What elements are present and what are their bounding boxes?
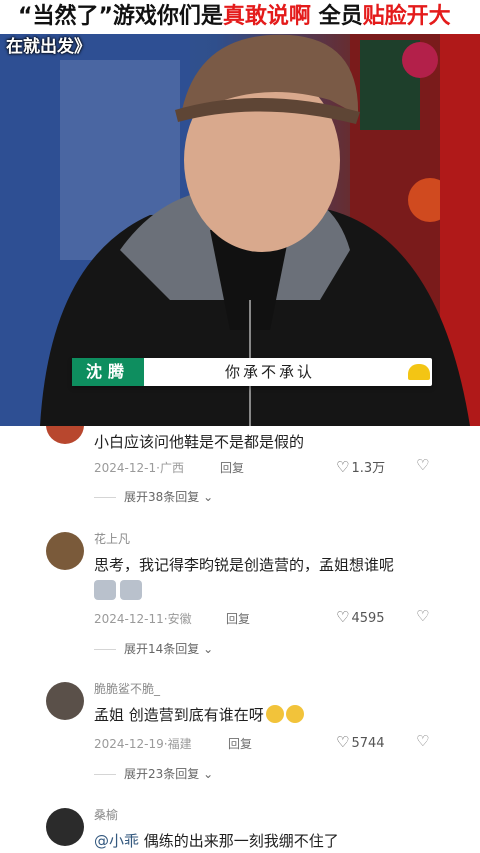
banner-part: 全员: [310, 4, 363, 29]
divider: [94, 649, 116, 650]
comment-text: 思考，我记得李昀锐是创造营的，孟姐想谁呢: [94, 556, 395, 574]
like-button[interactable]: ♡ 4595: [336, 608, 385, 626]
avatar[interactable]: [46, 682, 84, 720]
expand-replies-button[interactable]: 展开38条回复 ⌄: [94, 488, 213, 505]
chevron-down-icon: ⌄: [203, 642, 214, 656]
video-subtitle: 在就出发》: [6, 37, 91, 57]
expand-label: 展开14条回复: [124, 642, 200, 656]
like-count: 1.3万: [351, 461, 386, 476]
comment-list[interactable]: 小白应该问他鞋是不是都是假的 2024-12-1·广西 回复 ♡ 1.3万 ♡ 展…: [0, 426, 480, 853]
grin-emoji-icon: [265, 705, 284, 723]
dislike-icon[interactable]: ♡: [416, 607, 429, 625]
like-count: 5744: [351, 736, 385, 751]
comment-meta: 2024-12-1·广西: [94, 461, 184, 475]
heart-icon: ♡: [336, 458, 350, 476]
sticker-icon: [120, 580, 142, 600]
reply-button[interactable]: 回复: [226, 610, 250, 627]
comment-text: @小乖 偶练的出来那一刻我绷不住了: [94, 830, 339, 851]
comment-author[interactable]: 桑榆: [94, 806, 118, 823]
expand-label: 展开23条回复: [124, 767, 200, 781]
sticker-icon: [94, 580, 116, 600]
reply-button[interactable]: 回复: [228, 735, 252, 752]
expand-replies-button[interactable]: 展开14条回复 ⌄: [94, 640, 213, 657]
mention-link[interactable]: @小乖: [94, 832, 139, 850]
comment-date: 2024-12-11: [94, 612, 164, 626]
expand-label: 展开38条回复: [124, 490, 200, 504]
show-logo-icon: [408, 364, 430, 380]
comment-date: 2024-12-1: [94, 461, 157, 475]
chevron-down-icon: ⌄: [203, 767, 214, 781]
grin-emoji-icon: [285, 705, 304, 723]
comment-text-body: 偶练的出来那一刻我绷不住了: [139, 832, 339, 850]
comment-text: 小白应该问他鞋是不是都是假的: [94, 433, 305, 451]
video-frame[interactable]: “当然了”游戏你们是真敢说啊 全员贴脸开大 在就出发》 沈腾 你承不承认: [0, 0, 480, 426]
sticker-row: [94, 580, 146, 604]
dislike-icon[interactable]: ♡: [416, 732, 429, 750]
like-button[interactable]: ♡ 5744: [336, 733, 385, 751]
avatar[interactable]: [46, 426, 84, 444]
comment-location: 广西: [159, 461, 184, 475]
chevron-down-icon: ⌄: [203, 490, 214, 504]
caption-text: 你承不承认: [224, 363, 315, 381]
comment-author[interactable]: 脆脆鲨不脆_: [94, 680, 160, 697]
like-count: 4595: [351, 611, 385, 626]
avatar[interactable]: [46, 532, 84, 570]
speaker-name-tag: 沈腾: [72, 358, 144, 386]
banner-part: “当然了”游戏你们是: [18, 4, 223, 29]
comment-location: 安徽: [167, 612, 192, 626]
comment-meta: 2024-12-11·安徽: [94, 612, 192, 626]
avatar[interactable]: [46, 808, 84, 846]
comment-text-body: 孟姐 创造营到底有谁在呀: [94, 706, 264, 724]
expand-replies-button[interactable]: 展开23条回复 ⌄: [94, 765, 213, 782]
comment-author[interactable]: 花上凡: [94, 530, 130, 547]
banner-part-highlight: 真敢说啊: [222, 4, 311, 29]
video-banner-title: “当然了”游戏你们是真敢说啊 全员贴脸开大: [0, 0, 480, 34]
comment-text: 孟姐 创造营到底有谁在呀: [94, 704, 304, 725]
banner-part-highlight: 贴脸开大: [362, 4, 451, 29]
heart-icon: ♡: [336, 733, 350, 751]
dislike-icon[interactable]: ♡: [416, 456, 429, 474]
divider: [94, 774, 116, 775]
like-button[interactable]: ♡ 1.3万: [336, 457, 385, 476]
comment-location: 福建: [167, 737, 192, 751]
heart-icon: ♡: [336, 608, 350, 626]
reply-button[interactable]: 回复: [220, 459, 244, 476]
divider: [94, 497, 116, 498]
comment-meta: 2024-12-19·福建: [94, 737, 192, 751]
comment-date: 2024-12-19: [94, 737, 164, 751]
